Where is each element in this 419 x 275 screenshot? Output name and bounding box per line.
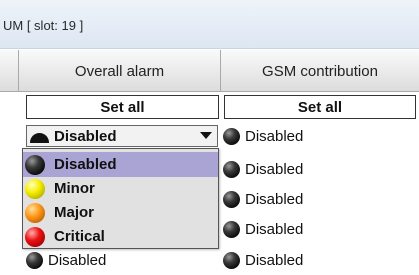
gsm-contribution-cell[interactable]: Disabled [223,217,303,241]
gsm-contribution-value: Disabled [245,220,304,238]
set-all-gsm-button[interactable]: Set all [224,95,416,119]
set-all-overall-button[interactable]: Set all [26,95,219,119]
column-header-blank[interactable] [0,50,18,92]
table-row: Disabled Disabled [0,248,419,272]
window-title: UM [ slot: 19 ] [3,18,84,33]
black-alarm-icon [223,251,240,269]
black-alarm-icon [223,160,240,178]
gsm-contribution-cell[interactable]: Disabled [223,248,303,272]
table-header: Overall alarm GSM contribution [0,50,419,92]
overall-alarm-cell[interactable]: Disabled [26,248,106,272]
black-alarm-icon [223,220,240,238]
dropdown-option-label: Critical [54,228,105,245]
dropdown-option-minor[interactable]: Minor [23,176,218,201]
alarm-level-list: Disabled Minor Major Critical [22,148,219,249]
black-alarm-icon [223,190,240,208]
dropdown-option-disabled[interactable]: Disabled [23,152,218,177]
column-header-overall-alarm[interactable]: Overall alarm [18,50,220,92]
gsm-contribution-value: Disabled [245,160,304,178]
window-title-bar: UM [ slot: 19 ] [0,0,419,49]
alarm-status-icon [30,132,49,143]
overall-alarm-dropdown[interactable]: Disabled [26,125,218,147]
gsm-contribution-value: Disabled [245,190,304,208]
gsm-contribution-cell[interactable]: Disabled [223,187,303,211]
gsm-contribution-value: Disabled [245,127,304,145]
chevron-down-icon[interactable] [200,132,212,139]
dropdown-option-critical[interactable]: Critical [23,224,218,249]
orange-ball-icon [25,202,45,223]
gsm-contribution-cell[interactable]: Disabled [223,157,303,181]
set-all-row: Set all Set all [0,93,419,121]
black-ball-icon [25,154,45,175]
column-header-gsm-contribution[interactable]: GSM contribution [220,50,419,92]
dropdown-option-label: Minor [54,180,95,197]
overall-alarm-selected-value: Disabled [54,127,117,145]
dropdown-option-label: Disabled [54,156,117,173]
red-ball-icon [25,226,45,247]
yellow-ball-icon [25,178,45,199]
gsm-contribution-value: Disabled [245,251,304,269]
overall-alarm-value: Disabled [48,251,107,269]
gsm-contribution-cell[interactable]: Disabled [223,124,303,148]
black-alarm-icon [26,251,43,269]
dropdown-option-label: Major [54,204,95,221]
dropdown-option-major[interactable]: Major [23,200,218,225]
black-alarm-icon [223,127,240,145]
